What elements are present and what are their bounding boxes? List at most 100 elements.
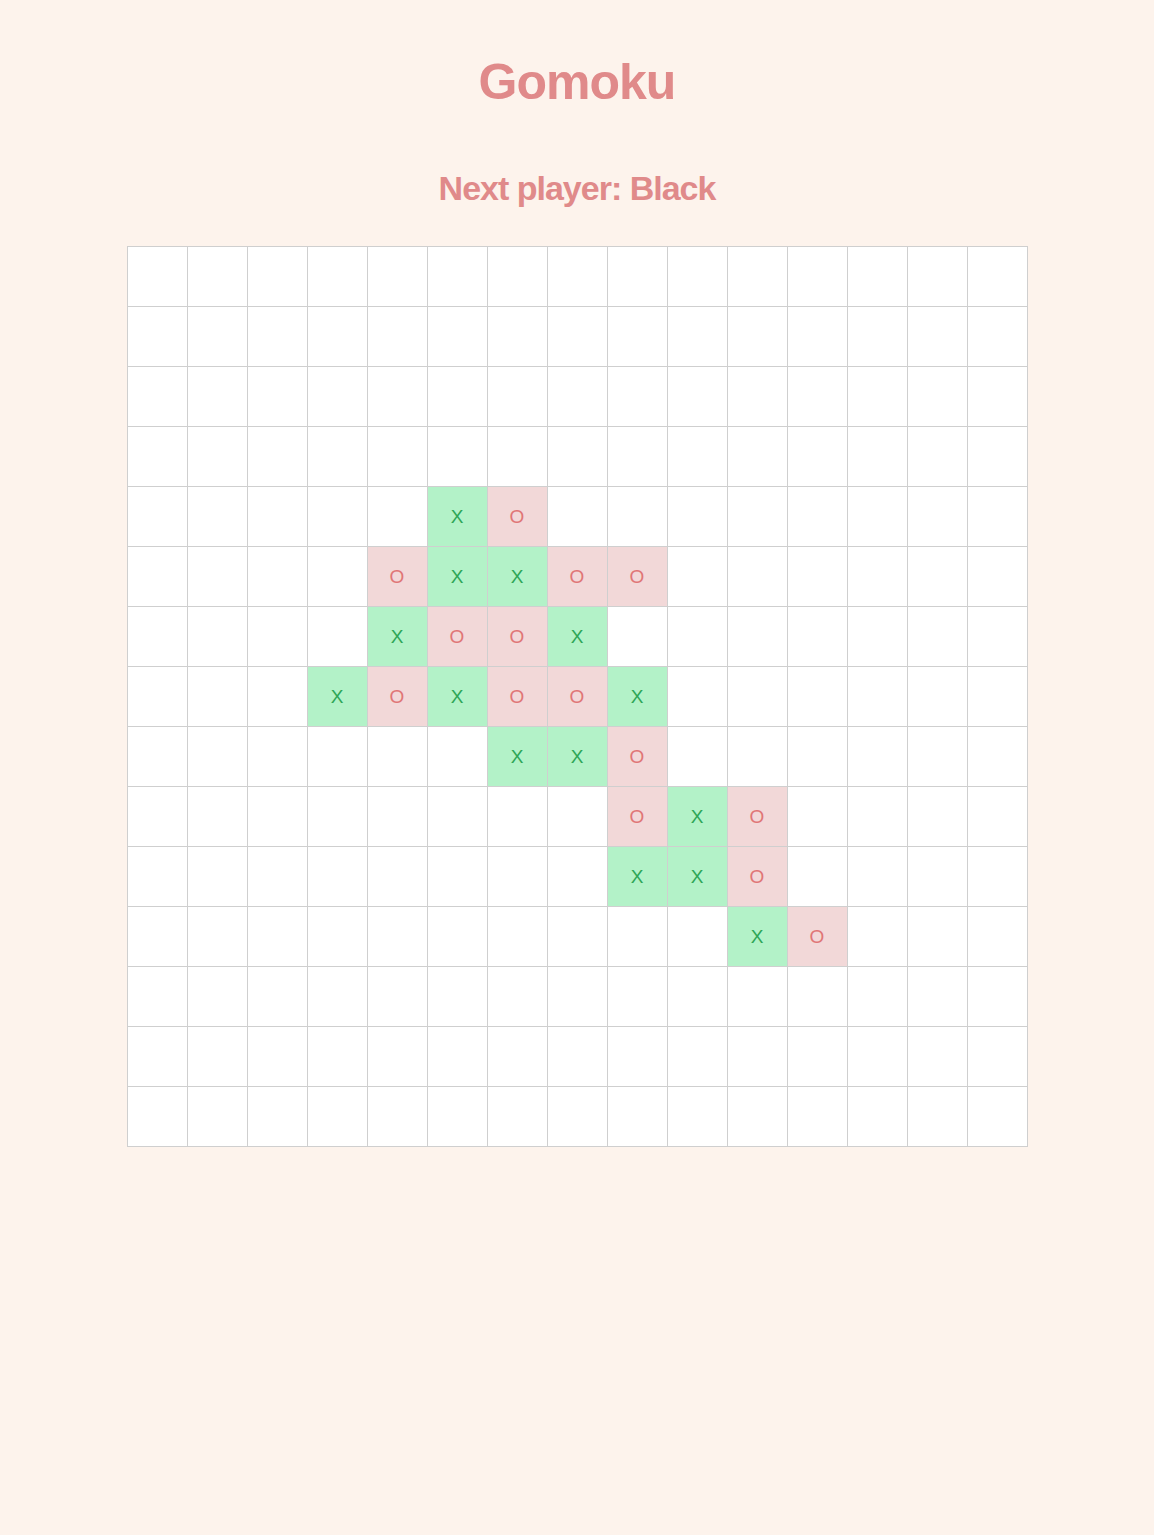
board-cell[interactable] — [248, 1027, 308, 1087]
board-cell[interactable] — [308, 607, 368, 667]
board-cell[interactable] — [548, 487, 608, 547]
board-cell[interactable] — [548, 847, 608, 907]
board-cell[interactable] — [608, 307, 668, 367]
board-cell[interactable] — [308, 367, 368, 427]
board-cell[interactable] — [428, 1087, 488, 1147]
board-cell[interactable] — [728, 247, 788, 307]
board-cell[interactable] — [608, 247, 668, 307]
board-cell[interactable] — [848, 247, 908, 307]
board-cell[interactable] — [788, 727, 848, 787]
board-cell[interactable] — [128, 607, 188, 667]
board-cell[interactable] — [428, 307, 488, 367]
board-cell[interactable] — [608, 907, 668, 967]
board-cell[interactable] — [188, 427, 248, 487]
board-cell[interactable] — [128, 787, 188, 847]
board-cell[interactable] — [488, 247, 548, 307]
board-cell[interactable] — [668, 607, 728, 667]
board-cell[interactable] — [908, 487, 968, 547]
board-cell[interactable] — [188, 487, 248, 547]
board-cell[interactable] — [968, 1087, 1028, 1147]
board-cell[interactable]: O — [488, 667, 548, 727]
board-cell[interactable]: X — [608, 847, 668, 907]
board-cell[interactable]: O — [548, 667, 608, 727]
board-cell[interactable] — [788, 427, 848, 487]
board-cell[interactable] — [428, 847, 488, 907]
board-cell[interactable] — [248, 427, 308, 487]
board-cell[interactable] — [248, 547, 308, 607]
board-cell[interactable] — [188, 1087, 248, 1147]
board-cell[interactable] — [368, 307, 428, 367]
board-cell[interactable] — [668, 307, 728, 367]
board-cell[interactable]: O — [608, 787, 668, 847]
board-cell[interactable] — [788, 967, 848, 1027]
board-cell[interactable] — [548, 787, 608, 847]
board-cell[interactable] — [848, 787, 908, 847]
board-cell[interactable] — [248, 847, 308, 907]
board-cell[interactable] — [848, 487, 908, 547]
board-cell[interactable] — [548, 367, 608, 427]
board-cell[interactable]: X — [728, 907, 788, 967]
board-cell[interactable] — [128, 547, 188, 607]
board-cell[interactable] — [788, 307, 848, 367]
board-cell[interactable] — [848, 667, 908, 727]
board-cell[interactable]: O — [608, 547, 668, 607]
board-cell[interactable]: O — [368, 547, 428, 607]
board-cell[interactable] — [908, 247, 968, 307]
board-cell[interactable] — [128, 307, 188, 367]
board-cell[interactable] — [308, 787, 368, 847]
board-cell[interactable] — [128, 367, 188, 427]
board-cell[interactable]: X — [488, 547, 548, 607]
board-cell[interactable] — [728, 1087, 788, 1147]
board-cell[interactable] — [908, 787, 968, 847]
board-cell[interactable] — [668, 547, 728, 607]
board-cell[interactable]: X — [428, 547, 488, 607]
board-cell[interactable] — [248, 787, 308, 847]
board-cell[interactable] — [428, 787, 488, 847]
board-cell[interactable]: O — [488, 487, 548, 547]
board-cell[interactable] — [848, 547, 908, 607]
board-cell[interactable] — [908, 1027, 968, 1087]
board-cell[interactable] — [248, 607, 308, 667]
board-cell[interactable] — [848, 1087, 908, 1147]
board-cell[interactable] — [668, 367, 728, 427]
board-cell[interactable] — [668, 727, 728, 787]
board-cell[interactable] — [788, 367, 848, 427]
board-cell[interactable] — [608, 1027, 668, 1087]
board-cell[interactable]: O — [428, 607, 488, 667]
board-cell[interactable] — [308, 307, 368, 367]
board-cell[interactable] — [728, 487, 788, 547]
board-cell[interactable] — [188, 667, 248, 727]
board-cell[interactable] — [788, 1027, 848, 1087]
board-cell[interactable] — [428, 907, 488, 967]
board-cell[interactable] — [188, 847, 248, 907]
board-cell[interactable] — [128, 667, 188, 727]
board-cell[interactable]: X — [608, 667, 668, 727]
board-cell[interactable] — [908, 547, 968, 607]
board-cell[interactable] — [668, 1027, 728, 1087]
board-cell[interactable] — [548, 427, 608, 487]
board-cell[interactable] — [608, 487, 668, 547]
board-cell[interactable] — [848, 607, 908, 667]
board-cell[interactable] — [428, 1027, 488, 1087]
board-cell[interactable] — [908, 847, 968, 907]
board-cell[interactable]: O — [608, 727, 668, 787]
board-cell[interactable] — [608, 967, 668, 1027]
board-cell[interactable] — [188, 1027, 248, 1087]
board-cell[interactable] — [128, 427, 188, 487]
board-cell[interactable]: X — [308, 667, 368, 727]
board-cell[interactable] — [968, 427, 1028, 487]
board-cell[interactable]: X — [668, 847, 728, 907]
board-cell[interactable] — [188, 247, 248, 307]
board-cell[interactable] — [368, 247, 428, 307]
board-cell[interactable] — [308, 907, 368, 967]
board-cell[interactable] — [668, 487, 728, 547]
board-cell[interactable] — [128, 1087, 188, 1147]
board-cell[interactable] — [968, 487, 1028, 547]
board-cell[interactable] — [188, 307, 248, 367]
board-cell[interactable] — [908, 907, 968, 967]
board-cell[interactable] — [728, 547, 788, 607]
board-cell[interactable] — [548, 1087, 608, 1147]
board-cell[interactable] — [308, 847, 368, 907]
board-cell[interactable]: X — [368, 607, 428, 667]
board-cell[interactable] — [668, 427, 728, 487]
